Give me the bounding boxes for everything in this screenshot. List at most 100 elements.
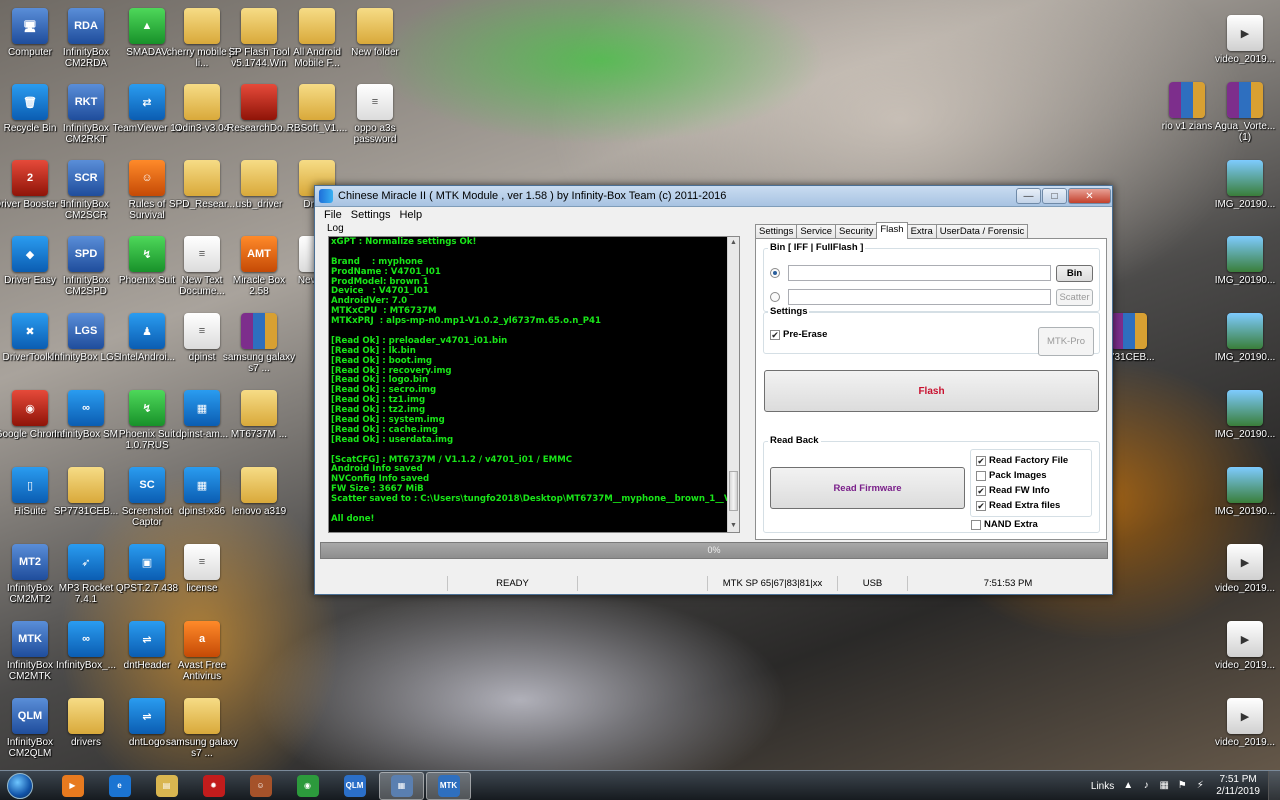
start-button[interactable] [0,771,40,800]
taskbar-item[interactable]: ▤ [144,772,189,800]
taskbar-app-icon: MTK [437,774,460,797]
read-back-option-checkbox[interactable]: ✔ Read Extra files [976,500,1060,511]
desktop-icon-image [241,84,277,120]
volume-icon[interactable]: ♪ [1140,780,1152,792]
desktop-icon-image: QLM [12,698,48,734]
desktop-icon[interactable]: New folder [338,8,412,80]
settings-group-label: Settings [768,306,810,317]
desktop-icon[interactable]: ▶ video_2019... [1208,698,1280,770]
desktop-icon-image: ▦ [184,467,220,503]
checkbox-box: ✔ [976,455,986,466]
log-line: All done! [331,513,375,524]
tray-expand-icon[interactable]: ▲ [1122,780,1134,792]
desktop-icon-image: ▯ [12,467,48,503]
desktop-icon[interactable]: ≡ oppo a3s password [338,84,412,156]
scatter-button[interactable]: Scatter [1056,289,1093,306]
desktop-icon-image: ∞ [68,621,104,657]
links-toolbar[interactable]: Links [1091,781,1114,792]
taskbar-item[interactable]: ◉ [285,772,330,800]
desktop-icon-image: LGS [68,313,104,349]
desktop-icon[interactable]: IMG_20190... [1208,467,1280,539]
status-connection: USB [838,576,908,591]
tab-service[interactable]: Service [796,224,837,239]
desktop-icon-image: ↯ [129,390,165,426]
desktop-icon[interactable]: a Avast Free Antivirus [165,621,239,693]
desktop-icon[interactable]: IMG_20190... [1208,236,1280,308]
menu-file[interactable]: File [324,209,342,221]
desktop-icon[interactable]: ▶ video_2019... [1208,621,1280,693]
scroll-down-icon[interactable]: ▼ [728,520,739,532]
menu-help[interactable]: Help [399,209,422,221]
taskbar-item[interactable]: ✹ [191,772,236,800]
desktop-icon[interactable]: MT6737M ... [222,390,296,462]
taskbar-item[interactable]: ▶ [50,772,95,800]
desktop-icon[interactable]: lenovo a319 [222,467,296,539]
status-time: 7:51:53 PM [983,578,1033,589]
desktop-icon-label: video_2019... [1214,660,1276,671]
desktop-icon[interactable]: samsung galaxy s7 ... [165,698,239,770]
read-back-option-checkbox[interactable]: ✔ Read FW Info [976,485,1050,496]
desktop-icon[interactable]: IMG_20190... [1208,160,1280,232]
desktop-icon[interactable]: IMG_20190... [1208,313,1280,385]
desktop-icon-label: IMG_20190... [1214,506,1276,517]
scroll-thumb[interactable] [729,471,738,511]
read-back-option-label: Pack Images [989,470,1047,481]
desktop-icon[interactable]: samsung galaxy s7 ... [222,313,296,385]
bin-path-input[interactable] [788,265,1051,281]
tab-flash[interactable]: Flash [876,222,908,239]
desktop-icon-image: ↯ [129,236,165,272]
read-back-option-checkbox[interactable]: Pack Images [976,470,1047,481]
flash-button[interactable]: Flash [764,370,1099,412]
desktop-icon-label: video_2019... [1214,737,1276,748]
log-output[interactable]: xGPT : Normalize settings Ok! Brand : myp… [328,236,740,533]
tab-security[interactable]: Security [835,224,878,239]
taskbar-item[interactable]: ☺ [238,772,283,800]
desktop-icon-image [299,8,335,44]
scatter-path-input[interactable] [788,289,1051,305]
tab-strip: Settings Service Security Flash Extra Us… [755,222,1029,239]
taskbar-items: ▶ e ▤ ✹ ☺ ◉ QLM ▦ MTK [50,771,473,800]
desktop-icon-image [241,8,277,44]
pre-erase-checkbox[interactable]: ✔ Pre-Erase [770,329,827,340]
desktop-icon[interactable]: ≡ license [165,544,239,616]
power-icon[interactable]: ⚡ [1194,780,1206,792]
tab-userdata-forensic[interactable]: UserData / Forensic [935,224,1029,239]
taskbar-item[interactable]: MTK [426,771,471,800]
nand-extra-checkbox[interactable]: NAND Extra [971,519,1038,530]
show-desktop-button[interactable] [1268,771,1280,800]
read-back-option-checkbox[interactable]: ✔ Read Factory File [976,455,1068,466]
window-titlebar[interactable]: Chinese Miracle II ( MTK Module , ver 1.… [315,186,1112,207]
taskbar-item[interactable]: e [97,772,142,800]
tab-settings[interactable]: Settings [755,224,798,239]
bin-button[interactable]: Bin [1056,265,1093,282]
maximize-button[interactable]: □ [1042,188,1067,204]
log-line: Scatter saved to : C:\Users\tungfo2018\D… [331,494,740,505]
taskbar-item[interactable]: QLM [332,772,377,800]
bin-radio[interactable] [770,268,780,278]
desktop-icon[interactable]: ▶ video_2019... [1208,544,1280,616]
mtk-pro-button[interactable]: MTK-Pro [1038,327,1094,356]
desktop-icon[interactable]: ▶ video_2019... [1208,15,1280,87]
windows-orb-icon [7,772,33,799]
minimize-button[interactable]: — [1016,188,1041,204]
flag-icon[interactable]: ⚑ [1176,780,1188,792]
desktop-icon[interactable]: Agua_Vorte... (1) [1208,82,1280,154]
nand-extra-label: NAND Extra [984,519,1038,530]
desktop-icon-image: ⇄ [129,84,165,120]
menu-settings[interactable]: Settings [351,209,391,221]
log-line: xGPT : Normalize settings Ok! [331,237,477,247]
taskbar-item[interactable]: ▦ [379,771,424,800]
read-back-option-label: Read FW Info [989,485,1050,496]
desktop-icon[interactable]: IMG_20190... [1208,390,1280,462]
close-button[interactable]: ✕ [1068,188,1111,204]
taskbar-clock[interactable]: 7:51 PM 2/11/2019 [1216,774,1260,798]
desktop-icon-image: MT2 [12,544,48,580]
network-icon[interactable]: ▦ [1158,780,1170,792]
scroll-up-icon[interactable]: ▲ [728,237,739,249]
scatter-radio[interactable] [770,292,780,302]
read-firmware-button[interactable]: Read Firmware [770,467,965,509]
log-scrollbar[interactable]: ▲ ▼ [727,237,739,532]
tab-extra[interactable]: Extra [906,224,937,239]
desktop-icon-label: video_2019... [1214,583,1276,594]
